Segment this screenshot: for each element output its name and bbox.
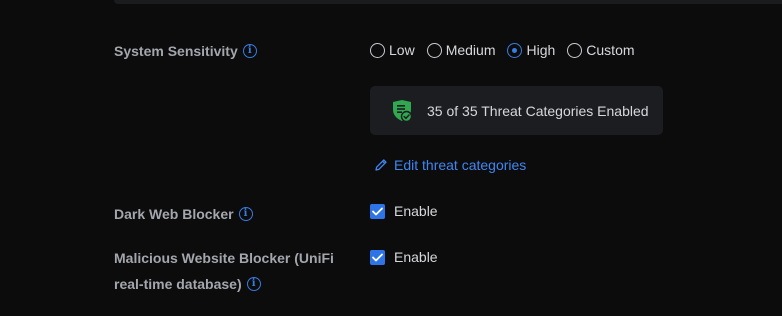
dark-web-blocker-enable[interactable]: Enable (370, 203, 438, 219)
radio-circle-custom[interactable] (567, 42, 583, 58)
radio-circle-medium[interactable] (426, 42, 442, 58)
edit-threat-categories-label: Edit threat categories (394, 157, 527, 173)
radio-circle-low[interactable] (370, 42, 385, 58)
radio-high[interactable]: High (507, 42, 555, 58)
malicious-blocker-label-line1: Malicious Website Blocker (UniFi (114, 245, 334, 271)
radio-medium[interactable]: Medium (426, 42, 496, 58)
dark-web-blocker-text: Dark Web Blocker (114, 206, 234, 222)
info-icon[interactable]: i (238, 207, 253, 222)
radio-label-medium: Medium (445, 42, 496, 58)
malicious-blocker-checkbox[interactable] (370, 249, 385, 265)
edit-threat-categories-link[interactable]: Edit threat categories (374, 157, 526, 173)
checkmark-icon (372, 253, 383, 261)
radio-label-high: High (526, 42, 556, 58)
malicious-blocker-text-line1: Malicious Website Blocker (UniFi (114, 250, 334, 266)
shield-check-icon (393, 99, 413, 122)
threat-categories-text: 35 of 35 Threat Categories Enabled (427, 102, 649, 119)
malicious-blocker-text-line2: real-time database) (114, 276, 242, 292)
radio-low[interactable]: Low (370, 42, 415, 58)
malicious-blocker-label-line2: real-time database) i (114, 271, 261, 297)
radio-label-custom: Custom (586, 42, 635, 58)
threat-categories-summary: 35 of 35 Threat Categories Enabled (370, 86, 663, 135)
malicious-blocker-enable-label: Enable (394, 249, 438, 265)
checkmark-icon (372, 207, 383, 215)
info-icon[interactable]: i (242, 44, 257, 59)
section-panel-edge (114, 0, 782, 4)
radio-circle-high[interactable] (507, 42, 523, 58)
info-icon[interactable]: i (246, 277, 261, 292)
dark-web-blocker-label: Dark Web Blocker i (114, 201, 253, 227)
dark-web-blocker-enable-label: Enable (394, 203, 438, 219)
dark-web-blocker-checkbox[interactable] (370, 203, 385, 219)
radio-label-low: Low (389, 42, 415, 58)
system-sensitivity-text: System Sensitivity (114, 43, 238, 59)
pencil-icon (375, 159, 387, 171)
radio-custom[interactable]: Custom (567, 42, 635, 58)
system-sensitivity-label: System Sensitivity i (114, 38, 257, 64)
malicious-blocker-enable[interactable]: Enable (370, 249, 438, 265)
sensitivity-radio-group: Low Medium High Custom (370, 40, 647, 60)
